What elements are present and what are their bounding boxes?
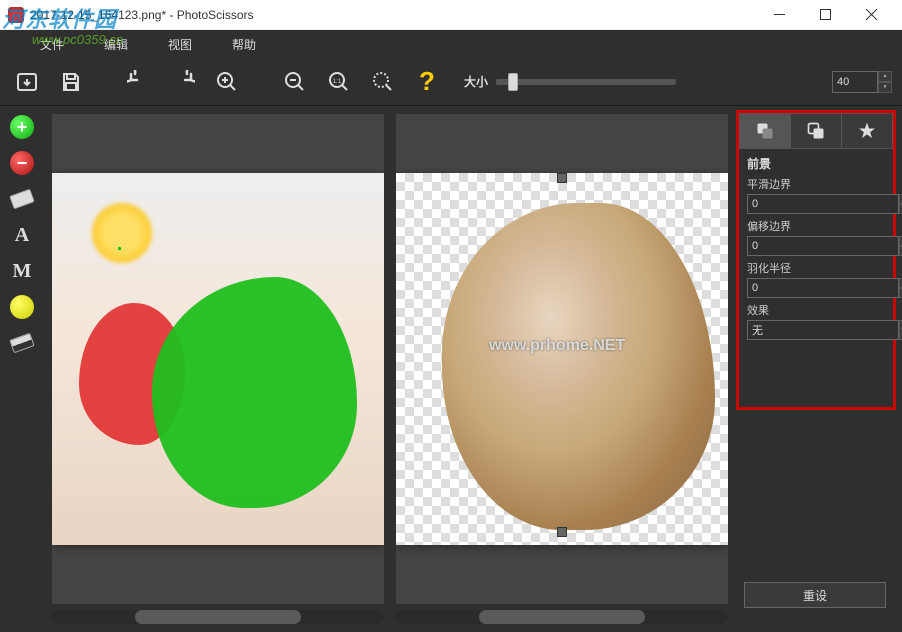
crop-handle-bottom[interactable] <box>557 527 567 537</box>
window-title: 2017-12-15_164123.png* - PhotoScissors <box>30 8 756 22</box>
svg-text:1:1: 1:1 <box>333 79 342 85</box>
app-icon <box>8 7 24 23</box>
maximize-button[interactable] <box>802 0 848 30</box>
offset-input[interactable] <box>747 236 899 256</box>
tab-foreground[interactable] <box>740 114 791 148</box>
eraser-button[interactable] <box>7 184 37 214</box>
brush-size-label: 大小 <box>464 73 488 90</box>
left-scrollbar[interactable] <box>52 610 384 624</box>
spin-up-icon[interactable]: ▲ <box>878 71 892 82</box>
decorative-blur <box>92 203 152 263</box>
source-canvas[interactable] <box>52 114 384 604</box>
right-panel: 前景 平滑边界 ▲▼ 偏移边界 ▲▼ 羽化半径 ▲▼ 效果 ▼ <box>736 110 896 410</box>
redo-button[interactable] <box>166 65 200 99</box>
preview-watermark: www.prhome.NET <box>489 337 625 355</box>
menu-edit[interactable]: 编辑 <box>104 36 128 53</box>
minimize-button[interactable] <box>756 0 802 30</box>
effect-label: 效果 <box>747 302 885 318</box>
background-marker-button[interactable]: − <box>7 148 37 178</box>
help-button[interactable]: ? <box>410 65 444 99</box>
right-scrollbar[interactable] <box>396 610 728 624</box>
effect-select[interactable] <box>747 320 899 340</box>
smooth-input[interactable] <box>747 194 899 214</box>
menu-file[interactable]: 文件 <box>40 36 64 53</box>
toolbar: 1:1 ? 大小 ▲▼ <box>0 58 902 106</box>
brush-size-value[interactable]: ▲▼ <box>832 71 892 93</box>
zoom-fit-button[interactable] <box>366 65 400 99</box>
brush-size-input[interactable] <box>832 71 878 93</box>
menu-view[interactable]: 视图 <box>168 36 192 53</box>
foreground-marker-button[interactable]: + <box>7 112 37 142</box>
menubar: 文件 编辑 视图 帮助 <box>0 30 902 58</box>
zoom-actual-button[interactable]: 1:1 <box>322 65 356 99</box>
feather-label: 羽化半径 <box>747 260 885 276</box>
reset-button[interactable]: 重设 <box>744 582 886 608</box>
panel-heading: 前景 <box>747 155 885 172</box>
foreground-mark <box>152 277 358 508</box>
smooth-label: 平滑边界 <box>747 176 885 192</box>
spin-down-icon[interactable]: ▼ <box>878 82 892 93</box>
zoom-out-button[interactable] <box>278 65 312 99</box>
crop-handle-top[interactable] <box>557 173 567 183</box>
menu-help[interactable]: 帮助 <box>232 36 256 53</box>
save-button[interactable] <box>54 65 88 99</box>
result-canvas[interactable]: www.prhome.NET <box>396 114 728 604</box>
open-button[interactable] <box>10 65 44 99</box>
tab-background[interactable] <box>791 114 842 148</box>
left-toolbar: + − A M <box>0 106 44 632</box>
zoom-in-button[interactable] <box>210 65 244 99</box>
auto-button[interactable]: A <box>7 220 37 250</box>
offset-label: 偏移边界 <box>747 218 885 234</box>
undo-button[interactable] <box>122 65 156 99</box>
cutout-preview <box>442 203 714 531</box>
tab-effects[interactable] <box>842 114 892 148</box>
brush-size-slider[interactable] <box>496 79 676 85</box>
titlebar: 2017-12-15_164123.png* - PhotoScissors <box>0 0 902 30</box>
eraser2-button[interactable] <box>7 328 37 358</box>
close-button[interactable] <box>848 0 894 30</box>
feather-input[interactable] <box>747 278 899 298</box>
yellow-marker-button[interactable] <box>7 292 37 322</box>
manual-button[interactable]: M <box>7 256 37 286</box>
